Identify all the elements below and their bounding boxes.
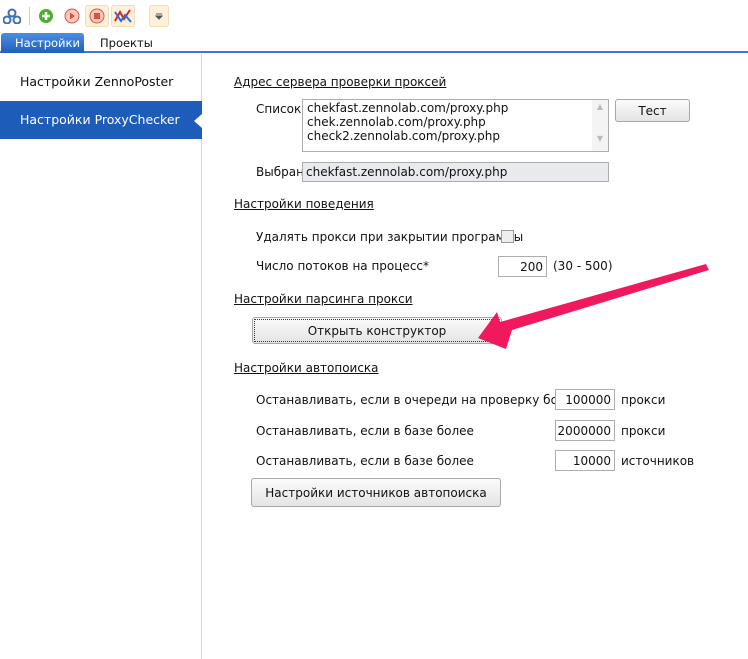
arrow-shape (478, 264, 709, 349)
annotation-arrow (478, 264, 709, 349)
